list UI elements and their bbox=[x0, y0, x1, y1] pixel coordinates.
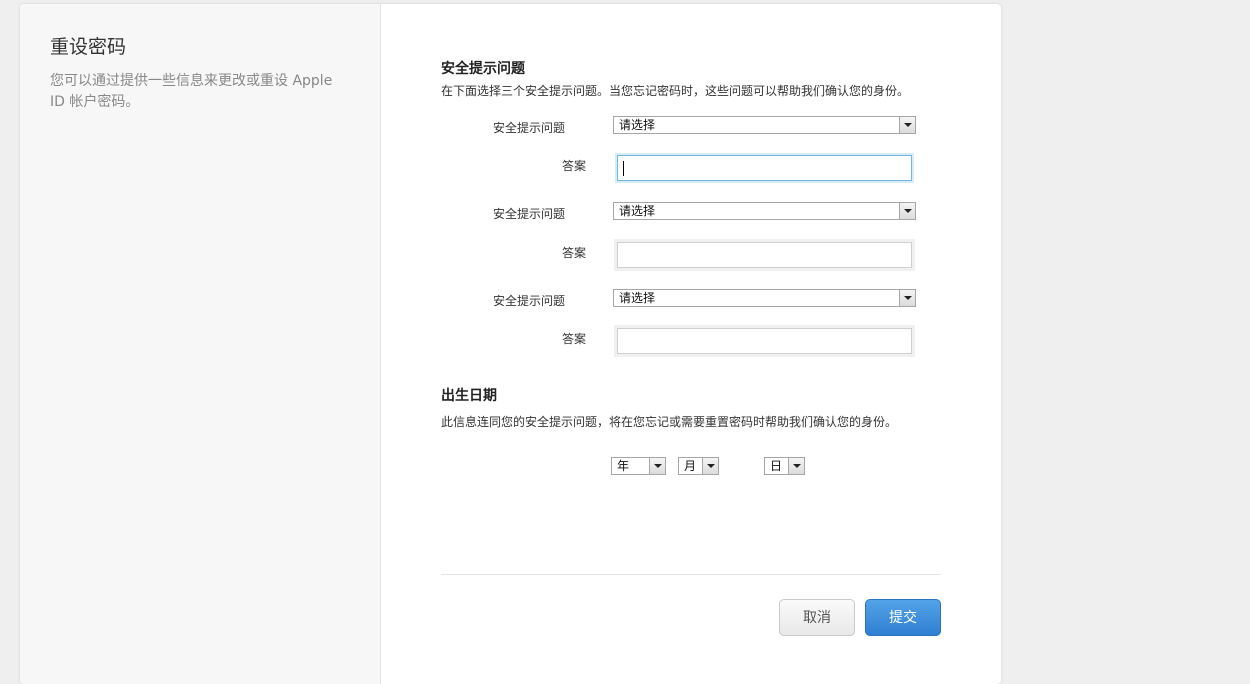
chevron-down-icon bbox=[899, 117, 915, 133]
answer-3-label: 答案 bbox=[562, 332, 587, 346]
birth-day-value: 日 bbox=[770, 459, 783, 473]
submit-button[interactable]: 提交 bbox=[865, 599, 941, 636]
birth-year-select[interactable]: 年 bbox=[611, 457, 666, 475]
answer-2-label: 答案 bbox=[562, 246, 587, 260]
birth-month-value: 月 bbox=[684, 459, 697, 473]
question-2-label: 安全提示问题 bbox=[493, 207, 566, 221]
text-caret bbox=[623, 161, 624, 176]
birth-month-select[interactable]: 月 bbox=[678, 457, 719, 475]
question-3-label: 安全提示问题 bbox=[493, 294, 566, 308]
main-form: 安全提示问题 在下面选择三个安全提示问题。当您忘记密码时，这些问题可以帮助我们确… bbox=[381, 4, 1001, 684]
question-1-select[interactable]: 请选择 bbox=[613, 116, 916, 134]
chevron-down-icon bbox=[702, 458, 718, 474]
question-3-select[interactable]: 请选择 bbox=[613, 289, 916, 307]
question-1-select-value: 请选择 bbox=[619, 118, 656, 132]
answer-1-input[interactable] bbox=[617, 155, 912, 181]
sidebar: 重设密码 您可以通过提供一些信息来更改或重设 Apple ID 帐户密码。 bbox=[20, 4, 381, 684]
question-1-label: 安全提示问题 bbox=[493, 121, 566, 135]
answer-1-label: 答案 bbox=[562, 159, 587, 173]
page-description: 您可以通过提供一些信息来更改或重设 Apple ID 帐户密码。 bbox=[50, 73, 333, 110]
birthday-section-description: 此信息连同您的安全提示问题，将在您忘记或需要重置密码时帮助我们确认您的身份。 bbox=[441, 415, 898, 429]
question-2-select-value: 请选择 bbox=[619, 204, 656, 218]
form-divider bbox=[441, 574, 941, 575]
page-title: 重设密码 bbox=[50, 36, 127, 58]
chevron-down-icon bbox=[649, 458, 665, 474]
birth-year-value: 年 bbox=[617, 459, 630, 473]
chevron-down-icon bbox=[899, 290, 915, 306]
birth-day-select[interactable]: 日 bbox=[764, 457, 805, 475]
reset-password-card: 重设密码 您可以通过提供一些信息来更改或重设 Apple ID 帐户密码。 安全… bbox=[20, 4, 1001, 684]
security-section-title: 安全提示问题 bbox=[441, 61, 525, 77]
chevron-down-icon bbox=[899, 203, 915, 219]
question-2-select[interactable]: 请选择 bbox=[613, 202, 916, 220]
cancel-button[interactable]: 取消 bbox=[779, 599, 855, 636]
birthday-section-title: 出生日期 bbox=[441, 388, 497, 404]
question-3-select-value: 请选择 bbox=[619, 291, 656, 305]
chevron-down-icon bbox=[788, 458, 804, 474]
answer-2-input[interactable] bbox=[617, 242, 912, 268]
security-section-description: 在下面选择三个安全提示问题。当您忘记密码时，这些问题可以帮助我们确认您的身份。 bbox=[441, 84, 910, 98]
answer-3-input[interactable] bbox=[617, 328, 912, 354]
